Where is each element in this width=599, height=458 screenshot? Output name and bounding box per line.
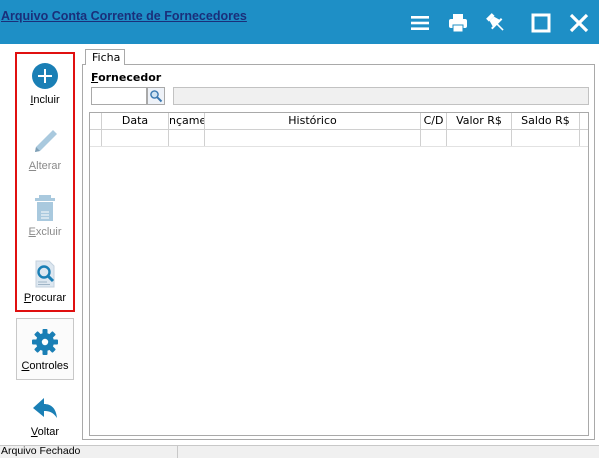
row-cell-cd[interactable]: [421, 130, 447, 146]
grid-col-indicator: [90, 113, 102, 129]
maximize-icon[interactable]: [530, 12, 552, 34]
row-cell-data[interactable]: [102, 130, 169, 146]
pin-icon[interactable]: [485, 12, 507, 34]
tab-ficha[interactable]: Ficha: [85, 49, 125, 65]
voltar-label: Voltar: [30, 426, 60, 438]
grid-col-historico[interactable]: Histórico: [205, 113, 421, 129]
entries-grid[interactable]: Data nçame Histórico C/D Valor R$ Saldo …: [89, 112, 589, 436]
alterar-label: Alterar: [28, 160, 62, 172]
plus-circle-icon: [32, 63, 58, 89]
grid-col-saldo[interactable]: Saldo R$: [512, 113, 580, 129]
gear-icon: [32, 329, 58, 355]
voltar-button[interactable]: Voltar: [17, 388, 73, 448]
row-indicator: [90, 130, 102, 146]
close-icon[interactable]: [568, 12, 590, 34]
row-cell-valor[interactable]: [447, 130, 512, 146]
row-cell-lancamento[interactable]: [169, 130, 205, 146]
incluir-label: Incluir: [30, 94, 60, 106]
grid-col-cd[interactable]: C/D: [421, 113, 447, 129]
back-arrow-icon: [33, 398, 57, 418]
row-cell-historico[interactable]: [205, 130, 421, 146]
controles-button[interactable]: Controles: [17, 322, 73, 382]
fornecedor-name-field[interactable]: [173, 87, 589, 105]
grid-col-data[interactable]: Data: [102, 113, 169, 129]
grid-col-valor[interactable]: Valor R$: [447, 113, 512, 129]
grid-header: Data nçame Histórico C/D Valor R$ Saldo …: [90, 113, 588, 130]
row-cell-saldo[interactable]: [512, 130, 580, 146]
procurar-button[interactable]: Procurar: [17, 254, 73, 314]
status-text: Arquivo Fechado: [1, 445, 81, 457]
hamburger-menu-icon[interactable]: [409, 12, 431, 34]
title-bar: Arquivo Conta Corrente de Fornecedores: [0, 0, 599, 44]
status-separator: [177, 446, 178, 458]
fornecedor-lookup-button[interactable]: [147, 87, 165, 105]
trash-icon: [35, 195, 55, 221]
excluir-button[interactable]: Excluir: [17, 188, 73, 248]
alterar-button[interactable]: Alterar: [17, 122, 73, 182]
status-bar: Arquivo Fechado: [0, 445, 599, 458]
table-row[interactable]: [90, 130, 588, 147]
document-search-icon: [35, 260, 55, 288]
printer-icon[interactable]: [447, 12, 469, 34]
window-title: Arquivo Conta Corrente de Fornecedores: [1, 9, 247, 23]
fornecedor-label: Fornecedor: [91, 71, 162, 84]
magnifier-icon: [150, 90, 163, 103]
incluir-button[interactable]: Incluir: [17, 56, 73, 116]
pencil-icon: [35, 130, 57, 152]
grid-col-lancamento[interactable]: nçame: [169, 113, 205, 129]
controles-label: Controles: [21, 360, 69, 372]
fornecedor-code-input[interactable]: [91, 87, 147, 105]
procurar-label: Procurar: [23, 292, 67, 304]
excluir-label: Excluir: [28, 226, 62, 238]
